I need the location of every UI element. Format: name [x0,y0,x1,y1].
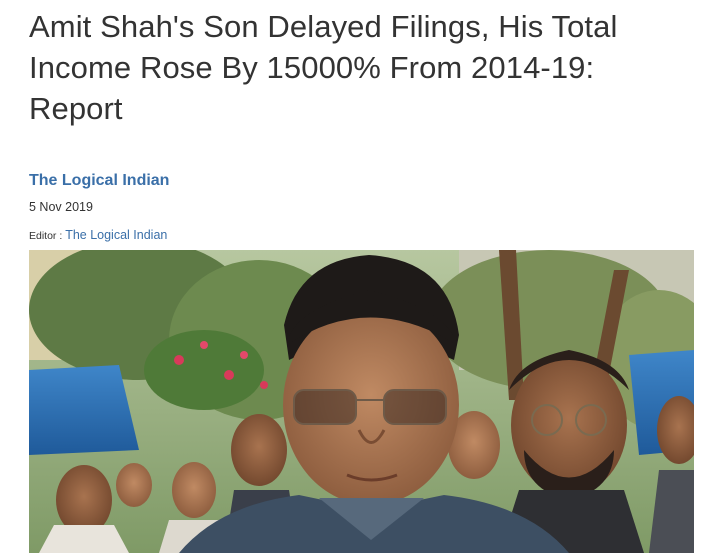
editor-line: Editor : The Logical Indian [29,228,167,242]
news-photo-icon [29,250,694,553]
publish-date: 5 Nov 2019 [29,200,93,214]
hero-image [29,250,694,553]
article-headline: Amit Shah's Son Delayed Filings, His Tot… [29,9,618,126]
author-link[interactable]: The Logical Indian [29,172,169,190]
editor-label: Editor : [29,230,66,242]
article: Amit Shah's Son Delayed Filings, His Tot… [0,0,710,553]
editor-link[interactable]: The Logical Indian [65,228,167,242]
